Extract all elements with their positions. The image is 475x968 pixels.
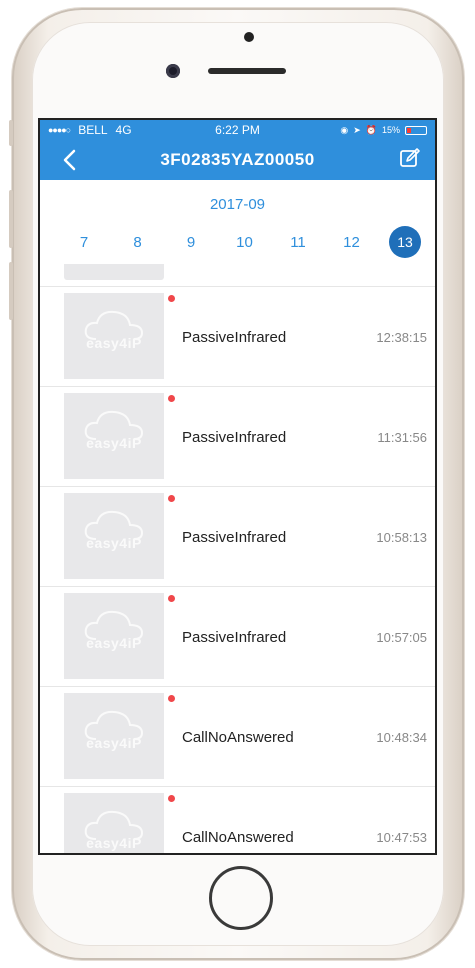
back-button[interactable]	[54, 145, 84, 175]
unread-dot	[168, 295, 175, 302]
signal-icon: ●●●●○	[48, 125, 71, 135]
edit-button[interactable]	[399, 147, 425, 173]
carrier-label: BELL	[78, 123, 108, 137]
unread-dot	[168, 495, 175, 502]
event-type: PassiveInfrared	[182, 529, 287, 546]
event-thumbnail: easy4iP	[64, 793, 164, 853]
event-thumbnail: easy4iP	[64, 293, 164, 379]
event-thumbnail: easy4iP	[64, 593, 164, 679]
event-type: PassiveInfrared	[182, 329, 287, 346]
event-row[interactable]: easy4iP PassiveInfrared 10:57:05	[40, 586, 435, 687]
event-thumbnail: easy4iP	[64, 393, 164, 479]
volume-down-button	[9, 262, 13, 320]
day-8[interactable]: 8	[122, 226, 154, 258]
event-list: easy4iP PassiveInfrared 12:38:15 easy4iP…	[40, 264, 435, 853]
nav-bar: 3F02835YAZ00050	[40, 140, 435, 180]
day-9[interactable]: 9	[175, 226, 207, 258]
status-bar: ●●●●○ BELL 4G 6:22 PM ◉ ➤ ⏰ 15%	[40, 120, 435, 140]
proximity-sensor	[244, 32, 254, 42]
unread-dot	[168, 695, 175, 702]
event-time: 10:58:13	[376, 530, 427, 545]
event-type: CallNoAnswered	[182, 829, 294, 846]
mute-switch	[9, 120, 13, 146]
thumbnail-watermark: easy4iP	[86, 435, 142, 451]
event-row[interactable]: easy4iP PassiveInfrared 10:58:13	[40, 486, 435, 587]
day-12[interactable]: 12	[336, 226, 368, 258]
event-time: 11:31:56	[377, 430, 427, 445]
event-row[interactable]: easy4iP PassiveInfrared 11:31:56	[40, 386, 435, 487]
network-label: 4G	[115, 123, 132, 137]
event-time: 10:57:05	[376, 630, 427, 645]
location-icon: ◉	[340, 124, 349, 135]
battery-percent: 15%	[381, 125, 400, 135]
page-title: 3F02835YAZ00050	[160, 150, 315, 169]
earpiece-speaker	[208, 68, 286, 74]
thumbnail-watermark: easy4iP	[86, 635, 142, 651]
battery-icon	[405, 125, 427, 135]
day-11[interactable]: 11	[282, 226, 314, 258]
event-time: 10:47:53	[376, 830, 427, 845]
alarm-icon: ⏰	[365, 124, 377, 135]
front-camera	[166, 64, 180, 78]
chevron-left-icon	[63, 149, 76, 171]
event-time: 10:48:34	[376, 730, 427, 745]
event-row[interactable]: easy4iP CallNoAnswered 10:47:53	[40, 786, 435, 853]
navigation-arrow-icon: ➤	[353, 124, 361, 135]
thumbnail-watermark: easy4iP	[86, 535, 142, 551]
status-time: 6:22 PM	[215, 123, 260, 137]
unread-dot	[168, 595, 175, 602]
volume-up-button	[9, 190, 13, 248]
partial-thumbnail	[64, 264, 164, 280]
home-button[interactable]	[209, 866, 273, 930]
day-13-selected[interactable]: 13	[389, 226, 421, 258]
thumbnail-watermark: easy4iP	[86, 735, 142, 751]
unread-dot	[168, 795, 175, 802]
event-type: PassiveInfrared	[182, 429, 287, 446]
event-type: PassiveInfrared	[182, 629, 287, 646]
month-label[interactable]: 2017-09	[40, 196, 435, 216]
event-time: 12:38:15	[376, 330, 427, 345]
unread-dot	[168, 395, 175, 402]
edit-icon	[400, 148, 420, 167]
thumbnail-watermark: easy4iP	[86, 835, 142, 851]
day-selector: 7 8 9 10 11 12 13	[40, 226, 435, 258]
day-7[interactable]: 7	[68, 226, 100, 258]
event-type: CallNoAnswered	[182, 729, 294, 746]
event-thumbnail: easy4iP	[64, 493, 164, 579]
thumbnail-watermark: easy4iP	[86, 335, 142, 351]
day-10[interactable]: 10	[229, 226, 261, 258]
app-screen: ●●●●○ BELL 4G 6:22 PM ◉ ➤ ⏰ 15% 3F02835Y…	[38, 118, 437, 855]
event-row[interactable]: easy4iP PassiveInfrared 12:38:15	[40, 286, 435, 387]
event-thumbnail: easy4iP	[64, 693, 164, 779]
event-row[interactable]: easy4iP CallNoAnswered 10:48:34	[40, 686, 435, 787]
